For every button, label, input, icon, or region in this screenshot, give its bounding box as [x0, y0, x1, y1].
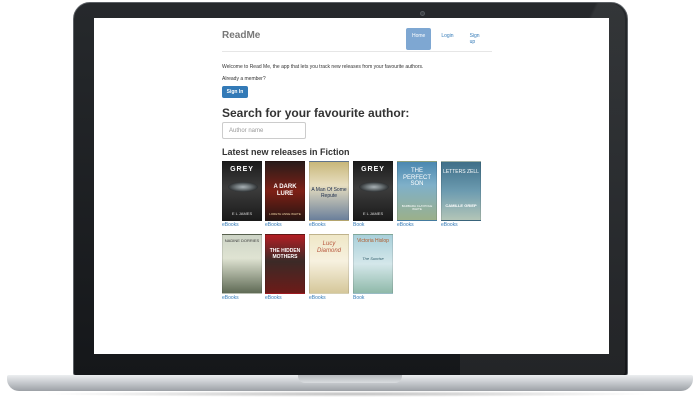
book-card[interactable]: THE PERFECT SON BARBARA CLAYPOLE WHITE e…	[397, 161, 437, 228]
cover-title: Lucy Diamond	[316, 241, 341, 254]
author-search-input[interactable]: Author name	[222, 122, 306, 139]
screen: ReadMe Home Login Sign up Welcome to Rea…	[94, 18, 609, 354]
book-card[interactable]: THE HIDDEN MOTHERS eBooks	[265, 234, 305, 301]
book-format-link[interactable]: Book	[353, 222, 393, 228]
cover-author: E L JAMES	[231, 211, 253, 216]
laptop-notch	[298, 375, 402, 383]
book-card[interactable]: GREY E L JAMES eBooks	[222, 161, 262, 228]
welcome-message: Welcome to Read Me, the app that lets yo…	[222, 64, 424, 70]
nav-links: Home Login Sign up	[406, 28, 492, 50]
book-cover[interactable]: NADINE DORRIES	[222, 234, 262, 294]
laptop-shadow	[40, 391, 660, 397]
search-heading: Search for your favourite author:	[222, 106, 410, 120]
web-page: ReadMe Home Login Sign up Welcome to Rea…	[222, 18, 492, 301]
book-format-link[interactable]: Book	[353, 295, 393, 301]
book-cover[interactable]: GREY E L JAMES	[222, 161, 262, 221]
camera-icon	[420, 11, 425, 16]
book-cover[interactable]: LETTERS ZELL CAMILLE GRIEP	[441, 161, 481, 221]
cover-author: CAMILLE GRIEP	[445, 203, 477, 208]
eye-illustration	[228, 182, 258, 192]
book-card[interactable]: NADINE DORRIES eBooks	[222, 234, 262, 301]
book-cover[interactable]: A DARK LURE LORETH ANNE WHITE	[265, 161, 305, 221]
cover-title: LETTERS ZELL	[443, 169, 479, 175]
nav-signup-link[interactable]: Sign up	[464, 28, 488, 50]
cover-author: E L JAMES	[362, 211, 384, 216]
book-card[interactable]: A Man Of Some Repute eBooks	[309, 161, 349, 228]
book-format-link[interactable]: eBooks	[441, 222, 481, 228]
cover-author: BARBARA CLAYPOLE WHITE	[401, 204, 433, 212]
book-cover[interactable]: A Man Of Some Repute	[309, 161, 349, 221]
cover-title: GREY	[361, 166, 385, 173]
book-cover[interactable]: GREY E L JAMES	[353, 161, 393, 221]
cover-title: A Man Of Some Repute	[311, 187, 347, 199]
cover-author: LORETH ANNE WHITE	[269, 212, 301, 216]
navbar: ReadMe Home Login Sign up	[222, 18, 492, 52]
sign-in-button[interactable]: Sign In	[222, 86, 248, 98]
nav-home-link[interactable]: Home	[406, 28, 432, 50]
book-card[interactable]: GREY E L JAMES Book	[353, 161, 393, 228]
book-cover[interactable]: Victoria Hislop The Sunrise	[353, 234, 393, 294]
book-card[interactable]: Victoria Hislop The Sunrise Book	[353, 234, 393, 301]
cover-title: NADINE DORRIES	[224, 238, 260, 243]
brand-logo[interactable]: ReadMe	[222, 30, 260, 41]
book-format-link[interactable]: eBooks	[309, 295, 349, 301]
book-format-link[interactable]: eBooks	[265, 222, 305, 228]
cover-title: THE HIDDEN MOTHERS	[269, 248, 301, 260]
cover-title: THE PERFECT SON	[402, 168, 431, 188]
nav-login-link[interactable]: Login	[435, 28, 459, 50]
book-format-link[interactable]: eBooks	[309, 222, 349, 228]
book-card[interactable]: A DARK LURE LORETH ANNE WHITE eBooks	[265, 161, 305, 228]
book-cover[interactable]: THE HIDDEN MOTHERS	[265, 234, 305, 294]
book-format-link[interactable]: eBooks	[222, 222, 262, 228]
cover-subtitle: The Sunrise	[362, 256, 384, 261]
cover-title: GREY	[230, 166, 254, 173]
latest-releases-heading: Latest new releases in Fiction	[222, 147, 350, 157]
already-member-text: Already a member?	[222, 76, 266, 82]
book-card[interactable]: LETTERS ZELL CAMILLE GRIEP eBooks	[441, 161, 481, 228]
cover-title: A DARK LURE	[273, 184, 297, 197]
eye-illustration	[359, 182, 389, 192]
book-card[interactable]: Lucy Diamond eBooks	[309, 234, 349, 301]
book-format-link[interactable]: eBooks	[397, 222, 437, 228]
book-cover[interactable]: Lucy Diamond	[309, 234, 349, 294]
book-cover[interactable]: THE PERFECT SON BARBARA CLAYPOLE WHITE	[397, 161, 437, 221]
author-search-placeholder: Author name	[229, 127, 264, 134]
book-format-link[interactable]: eBooks	[222, 295, 262, 301]
book-format-link[interactable]: eBooks	[265, 295, 305, 301]
cover-title: Victoria Hislop	[357, 238, 389, 244]
